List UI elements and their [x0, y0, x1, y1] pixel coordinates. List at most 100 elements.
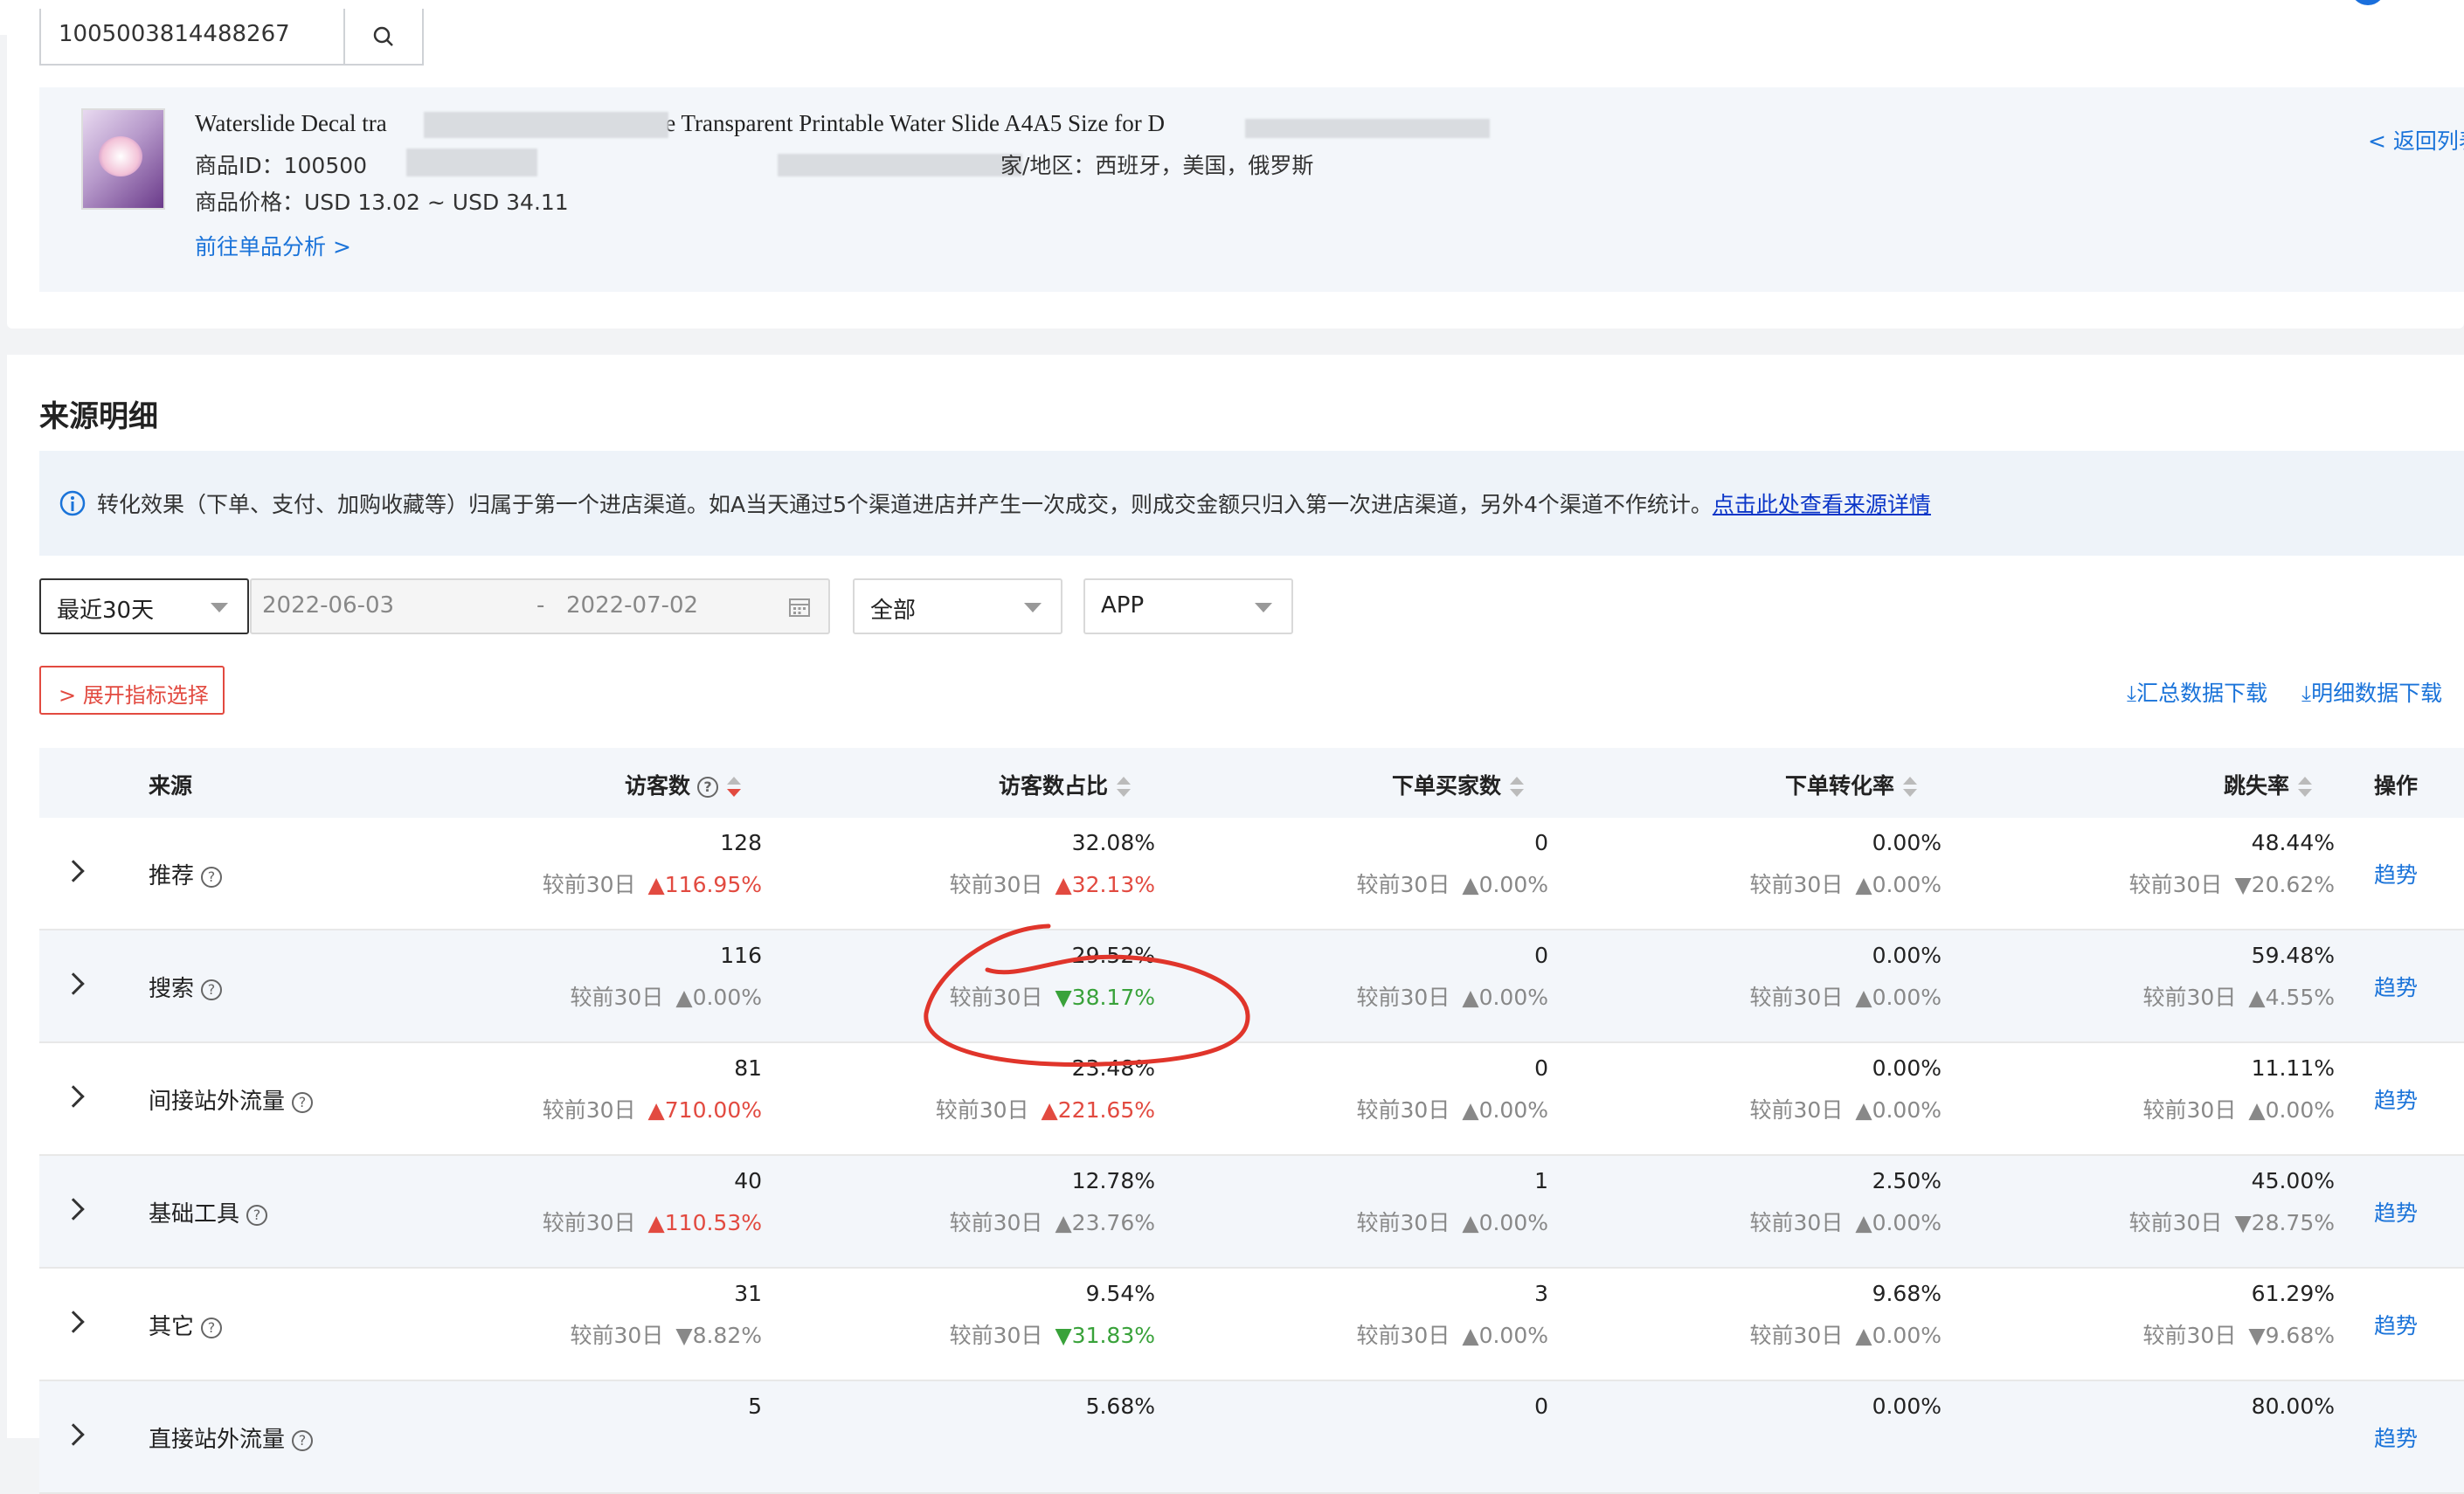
header-visitor-share[interactable]: 访客数占比 [999, 769, 1132, 800]
visitors-compare: 较前30日 ▲710.00% [542, 1097, 762, 1123]
source-name: 直接站外流量? [149, 1421, 314, 1454]
bounce-value: 11.11% [2251, 1055, 2335, 1081]
expand-row-chevron-icon[interactable] [62, 1198, 85, 1221]
expand-row-chevron-icon[interactable] [62, 1423, 85, 1446]
scope-select[interactable]: 全部 [853, 578, 1062, 634]
date-range-picker[interactable]: 2022-06-03 - 2022-07-02 [250, 578, 830, 634]
trend-link[interactable]: 趋势 [2374, 971, 2418, 1002]
expand-row-chevron-icon[interactable] [62, 1085, 85, 1108]
bounce-value: 48.44% [2251, 830, 2335, 855]
trend-link[interactable]: 趋势 [2374, 1421, 2418, 1453]
cell-buyers: 0 [1534, 1394, 1548, 1419]
expand-row-chevron-icon[interactable] [62, 972, 85, 995]
help-icon[interactable]: ? [292, 1429, 314, 1451]
buyers-delta: ▲0.00% [1462, 872, 1548, 897]
product-id-line: 商品ID：100500 [195, 153, 368, 178]
sort-icon[interactable] [1903, 776, 1918, 799]
search-input[interactable]: 1005003814488267 [41, 9, 347, 64]
help-icon[interactable]: ? [201, 979, 223, 1000]
bounce-value: 45.00% [2251, 1168, 2335, 1193]
visitors-value: 81 [734, 1055, 762, 1081]
help-icon[interactable]: ? [201, 866, 223, 888]
info-icon [59, 490, 86, 516]
visitors-delta: ▲0.00% [675, 985, 762, 1010]
visitors-compare: 较前30日 ▲0.00% [570, 985, 762, 1010]
help-icon[interactable]: ? [292, 1091, 314, 1113]
help-icon[interactable]: ? [246, 1204, 268, 1226]
bounce-value: 80.00% [2251, 1394, 2335, 1419]
download-detail-link[interactable]: ⤓明细数据下载 [2301, 676, 2442, 708]
cell-buyers: 0 较前30日 ▲0.00% [1357, 830, 1548, 899]
cell-share: 29.52% 较前30日 ▼38.17% [950, 943, 1155, 1012]
help-icon[interactable]: ? [201, 1317, 223, 1338]
single-product-analysis-link[interactable]: 前往单品分析 > [195, 230, 351, 261]
cell-visitors: 81 较前30日 ▲710.00% [543, 1055, 762, 1124]
share-compare: 较前30日 ▲23.76% [949, 1210, 1155, 1235]
table-row: 搜索? 116 较前30日 ▲0.00% 29.52% 较前30日 ▼38.17% 0 较前30… [39, 930, 2464, 1043]
buyers-value: 0 [1534, 1055, 1548, 1081]
buyers-value: 3 [1534, 1281, 1548, 1306]
back-to-list-link[interactable]: < 返回列表 [2368, 124, 2464, 156]
trend-link[interactable]: 趋势 [2374, 1083, 2418, 1115]
source-name: 其它? [149, 1309, 223, 1341]
conv-value: 9.68% [1872, 1281, 1941, 1306]
visitors-value: 31 [734, 1281, 762, 1306]
visitors-compare: 较前30日 ▲110.53% [542, 1210, 762, 1235]
download-icon: ⤓ [2127, 681, 2137, 706]
chevron-down-icon [1024, 603, 1042, 612]
platform-select[interactable]: APP [1083, 578, 1293, 634]
sort-icon[interactable] [1117, 776, 1132, 799]
sort-icon[interactable] [727, 776, 742, 799]
conv-value: 2.50% [1872, 1168, 1941, 1193]
period-select[interactable]: 最近30天 [39, 578, 249, 634]
conv-compare: 较前30日 ▲0.00% [1749, 1323, 1941, 1348]
cell-share: 9.54% 较前30日 ▼31.83% [950, 1281, 1155, 1350]
conv-delta: ▲0.00% [1855, 1210, 1941, 1235]
cell-conv: 2.50% 较前30日 ▲0.00% [1750, 1168, 1941, 1237]
header-bounce-rate[interactable]: 跳失率 [2224, 769, 2313, 800]
redacted-blur [1245, 119, 1490, 138]
cell-conv: 9.68% 较前30日 ▲0.00% [1750, 1281, 1941, 1350]
source-detail-link[interactable]: 点击此处查看来源详情 [1713, 492, 1931, 517]
cell-share: 32.08% 较前30日 ▲32.13% [950, 830, 1155, 899]
chevron-down-icon [211, 603, 228, 612]
expand-metrics-button[interactable]: > 展开指标选择 [39, 666, 225, 715]
trend-link[interactable]: 趋势 [2374, 1309, 2418, 1340]
buyers-delta: ▲0.00% [1462, 1210, 1548, 1235]
bounce-compare: 较前30日 ▲0.00% [2142, 1097, 2335, 1123]
source-name: 间接站外流量? [149, 1083, 314, 1116]
bounce-compare: 较前30日 ▲4.55% [2142, 985, 2335, 1010]
cell-share: 12.78% 较前30日 ▲23.76% [950, 1168, 1155, 1237]
buyers-compare: 较前30日 ▲0.00% [1356, 872, 1548, 897]
sort-icon[interactable] [2298, 776, 2313, 799]
trend-link[interactable]: 趋势 [2374, 858, 2418, 889]
cell-visitors: 116 较前30日 ▲0.00% [571, 943, 762, 1012]
header-action: 操作 [2374, 773, 2419, 799]
conv-delta: ▲0.00% [1855, 872, 1941, 897]
bounce-compare: 较前30日 ▼20.62% [2128, 872, 2335, 897]
bounce-delta: ▼9.68% [2248, 1323, 2335, 1348]
sort-icon[interactable] [1510, 776, 1525, 799]
bounce-compare: 较前30日 ▼28.75% [2128, 1210, 2335, 1235]
share-delta: ▼38.17% [1055, 985, 1155, 1010]
search-icon [373, 26, 393, 46]
expand-row-chevron-icon[interactable] [62, 1311, 85, 1333]
expand-metrics-label: 展开指标选择 [82, 683, 209, 708]
visitors-delta: ▼8.82% [675, 1323, 762, 1348]
visitors-value: 40 [734, 1168, 762, 1193]
visitors-value: 128 [720, 830, 762, 855]
download-summary-link[interactable]: ⤓汇总数据下载 [2127, 676, 2267, 708]
expand-row-chevron-icon[interactable] [62, 860, 85, 882]
search-button[interactable] [343, 9, 424, 66]
trend-link[interactable]: 趋势 [2374, 1196, 2418, 1228]
cell-conv: 0.00% 较前30日 ▲0.00% [1750, 943, 1941, 1012]
conv-value: 0.00% [1872, 830, 1941, 855]
header-order-buyers[interactable]: 下单买家数 [1392, 769, 1525, 800]
share-compare: 较前30日 ▼38.17% [949, 985, 1155, 1010]
buyers-delta: ▲0.00% [1462, 1323, 1548, 1348]
header-visitors[interactable]: 访客数? [625, 769, 742, 800]
date-end: 2022-07-02 [566, 592, 699, 619]
buyers-value: 1 [1534, 1168, 1548, 1193]
help-icon[interactable]: ? [697, 777, 719, 798]
header-order-conversion[interactable]: 下单转化率 [1785, 769, 1918, 800]
